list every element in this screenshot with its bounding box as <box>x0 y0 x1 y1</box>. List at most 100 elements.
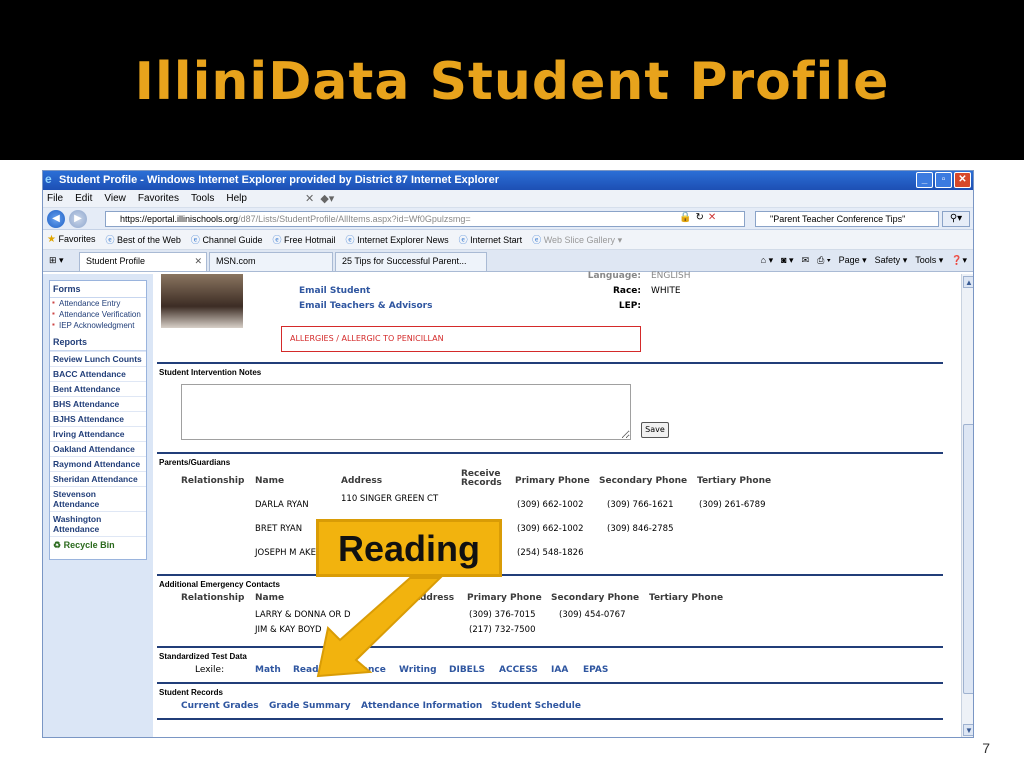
fav-item-ie-news[interactable]: ⓔ Internet Explorer News <box>346 233 449 246</box>
intervention-notes-input[interactable] <box>181 384 631 440</box>
sidebar-reports-heading: Reports <box>50 334 146 351</box>
menu-file[interactable]: File <box>47 193 63 204</box>
vertical-scrollbar[interactable]: ▲ ▼ <box>961 274 973 737</box>
menubar-extras[interactable]: ✕ ◆▾ <box>305 192 334 205</box>
sidebar-item-washington[interactable]: Washington Attendance <box>50 511 146 536</box>
ie-page-icon: ⓔ <box>105 235 115 245</box>
records-link-student-schedule[interactable]: Student Schedule <box>491 701 581 711</box>
scroll-thumb[interactable] <box>963 424 973 694</box>
fav-item-web-slice[interactable]: ⓔ Web Slice Gallery ▾ <box>532 233 622 246</box>
test-link-epas[interactable]: EPAS <box>583 665 608 675</box>
mail-icon[interactable]: ✉ <box>802 255 810 266</box>
sidebar-item-bjhs[interactable]: BJHS Attendance <box>50 411 146 426</box>
student-photo <box>161 274 243 328</box>
quick-tabs-icon[interactable]: ⊞ ▾ <box>49 255 64 266</box>
fav-label: Channel Guide <box>202 235 263 245</box>
sidebar-item-attendance-verification[interactable]: Attendance Verification <box>50 309 146 320</box>
ie-page-icon: ⓔ <box>458 235 468 245</box>
test-link-iaa[interactable]: IAA <box>551 665 568 675</box>
forward-button[interactable]: ▶ <box>69 209 87 228</box>
menu-help[interactable]: Help <box>226 193 247 204</box>
ie-page-icon: ⓔ <box>190 235 200 245</box>
sidebar-item-attendance-entry[interactable]: Attendance Entry <box>50 298 146 309</box>
window-titlebar: e Student Profile - Windows Internet Exp… <box>43 171 973 190</box>
tab-parent-tips[interactable]: 25 Tips for Successful Parent... <box>335 252 487 271</box>
sidebar-item-bhs[interactable]: BHS Attendance <box>50 396 146 411</box>
fav-item-channel-guide[interactable]: ⓔ Channel Guide <box>191 233 263 246</box>
url-input[interactable]: https://eportal.illinischools.org/d87/Li… <box>105 211 745 227</box>
language-label: Language: <box>587 271 641 281</box>
url-path: /d87/Lists/StudentProfile/AllItems.aspx?… <box>238 214 471 224</box>
sidebar-item-iep-acknowledgment[interactable]: IEP Acknowledgment <box>50 320 146 334</box>
records-link-current-grades[interactable]: Current Grades <box>181 701 259 711</box>
race-value: WHITE <box>651 286 681 296</box>
maximize-button[interactable]: ▫ <box>935 172 952 188</box>
test-link-science[interactable]: Science <box>347 665 386 675</box>
col-tertiary-phone: Tertiary Phone <box>697 476 772 486</box>
col-name: Name <box>255 476 285 486</box>
scroll-down-icon[interactable]: ▼ <box>963 724 973 736</box>
sidebar-item-raymond[interactable]: Raymond Attendance <box>50 456 146 471</box>
search-input[interactable]: "Parent Teacher Conference Tips" <box>755 211 939 227</box>
records-link-attendance-info[interactable]: Attendance Information <box>361 701 482 711</box>
test-link-reading[interactable]: Reading <box>293 665 334 675</box>
sidebar-item-bacc[interactable]: BACC Attendance <box>50 366 146 381</box>
section-divider <box>157 574 943 576</box>
tab-bar: ⊞ ▾ Student Profile ✕ MSN.com 25 Tips for… <box>43 250 973 272</box>
cmd-tools[interactable]: Tools ▾ <box>915 255 943 266</box>
email-teachers-link[interactable]: Email Teachers & Advisors <box>299 301 432 311</box>
sidebar-item-bent[interactable]: Bent Attendance <box>50 381 146 396</box>
emergency-name: JIM & KAY BOYD <box>255 625 322 635</box>
tab-label: 25 Tips for Successful Parent... <box>342 256 467 266</box>
scroll-up-icon[interactable]: ▲ <box>963 276 973 288</box>
intervention-notes-title: Student Intervention Notes <box>159 368 262 377</box>
favorites-label: Favorites <box>58 234 96 244</box>
print-icon[interactable]: ⎙ ▾ <box>817 255 830 266</box>
test-link-math[interactable]: Math <box>255 665 281 675</box>
tab-msn[interactable]: MSN.com <box>209 252 333 271</box>
email-student-link[interactable]: Email Student <box>299 286 370 296</box>
sidebar-item-stevenson[interactable]: Stevenson Attendance <box>50 486 146 511</box>
test-link-dibels[interactable]: DIBELS <box>449 665 485 675</box>
col-tertiary-phone: Tertiary Phone <box>649 593 724 603</box>
sidebar-item-oakland[interactable]: Oakland Attendance <box>50 441 146 456</box>
close-tab-icon[interactable]: ✕ <box>194 256 202 267</box>
stop-icon[interactable]: ✕ <box>708 212 716 223</box>
feeds-icon[interactable]: ◙ ▾ <box>781 255 793 266</box>
cmd-safety[interactable]: Safety ▾ <box>875 255 908 266</box>
save-notes-button[interactable]: Save <box>641 422 669 438</box>
test-link-access[interactable]: ACCESS <box>499 665 538 675</box>
sidebar: Forms Attendance Entry Attendance Verifi… <box>49 280 147 560</box>
parent-name: JOSEPH M AKE <box>255 548 316 558</box>
lexile-label: Lexile: <box>195 665 225 675</box>
fav-label: Internet Explorer News <box>357 235 449 245</box>
cmd-page[interactable]: Page ▾ <box>839 255 867 266</box>
sidebar-item-sheridan[interactable]: Sheridan Attendance <box>50 471 146 486</box>
parent-primary-phone: (254) 548-1826 <box>517 548 584 558</box>
favorites-button[interactable]: ★ Favorites <box>47 234 96 245</box>
fav-item-free-hotmail[interactable]: ⓔ Free Hotmail <box>272 233 335 246</box>
sidebar-item-recycle-bin[interactable]: ♻ Recycle Bin <box>50 536 146 554</box>
menu-edit[interactable]: Edit <box>75 193 92 204</box>
minimize-button[interactable]: _ <box>916 172 933 188</box>
back-button[interactable]: ◀ <box>47 209 65 228</box>
menu-favorites[interactable]: Favorites <box>138 193 179 204</box>
records-link-grade-summary[interactable]: Grade Summary <box>269 701 351 711</box>
home-icon[interactable]: ⌂ ▾ <box>761 255 773 266</box>
recycle-bin-icon: ♻ <box>53 540 62 550</box>
sidebar-item-lunch-counts[interactable]: Review Lunch Counts <box>50 351 146 366</box>
test-link-writing[interactable]: Writing <box>399 665 437 675</box>
close-window-button[interactable]: ✕ <box>954 172 971 188</box>
sidebar-item-irving[interactable]: Irving Attendance <box>50 426 146 441</box>
student-records-title: Student Records <box>159 688 224 697</box>
search-icon[interactable]: ⚲▾ <box>942 211 970 227</box>
tab-student-profile[interactable]: Student Profile ✕ <box>79 252 207 271</box>
menu-view[interactable]: View <box>104 193 126 204</box>
lock-icon[interactable]: 🔒 <box>679 212 691 223</box>
fav-item-internet-start[interactable]: ⓔ Internet Start <box>459 233 523 246</box>
fav-item-best-of-web[interactable]: ⓔ Best of the Web <box>106 233 181 246</box>
help-icon[interactable]: ❓▾ <box>951 255 967 266</box>
menu-tools[interactable]: Tools <box>191 193 214 204</box>
refresh-icon[interactable]: ↻ <box>695 212 703 223</box>
section-divider <box>157 452 943 454</box>
